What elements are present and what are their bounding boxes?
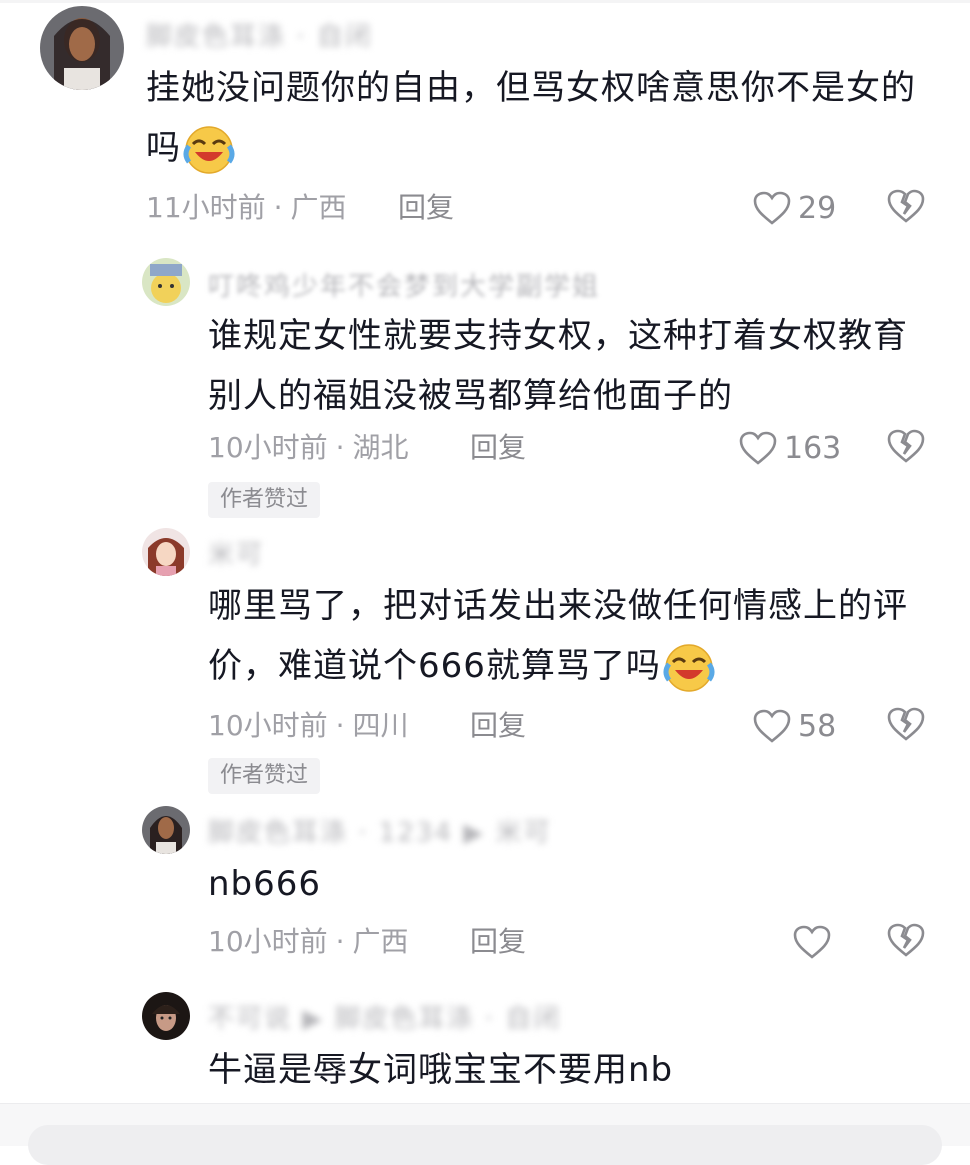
comment-line: nb666 (208, 864, 322, 904)
reply-button[interactable]: 回复 (470, 706, 526, 746)
username[interactable]: 米可 (208, 534, 264, 570)
comment-line: 价，难道说个666就算骂了吗 (208, 636, 928, 696)
comment-meta: 10小时前 · 广西 (208, 922, 409, 962)
cry-laugh-emoji-icon (183, 124, 235, 176)
timestamp: 10小时前 (208, 431, 328, 464)
like-button[interactable] (792, 920, 838, 964)
heart-icon (753, 709, 791, 743)
like-count: 29 (798, 190, 837, 226)
timestamp: 10小时前 (208, 925, 328, 958)
location: 广西 (290, 191, 347, 224)
heart-icon (793, 925, 831, 959)
author-liked-badge: 作者赞过 (208, 482, 321, 518)
comment-text: 哪里骂了，把对话发出来没做任何情感上的评 价，难道说个666就算骂了吗 (208, 576, 928, 696)
broken-heart-icon (887, 189, 925, 223)
dislike-button[interactable] (886, 186, 926, 230)
broken-heart-icon (887, 429, 925, 463)
meta-separator: · (335, 925, 345, 958)
like-button[interactable]: 58 (752, 704, 836, 748)
location: 湖北 (352, 431, 409, 464)
location: 广西 (352, 925, 409, 958)
timestamp: 10小时前 (208, 709, 328, 742)
dislike-button[interactable] (886, 920, 926, 964)
author-liked-badge: 作者赞过 (208, 758, 321, 794)
comment-line: 谁规定女性就要支持女权，这种打着女权教育 (208, 316, 908, 356)
dislike-button[interactable] (886, 426, 926, 470)
like-button[interactable]: 163 (738, 426, 841, 470)
comment-line: 吗 (146, 118, 936, 178)
meta-separator: · (335, 709, 345, 742)
broken-heart-icon (887, 707, 925, 741)
avatar[interactable] (142, 992, 190, 1040)
comment-text: 牛逼是辱女词哦宝宝不要用nb (208, 1040, 928, 1100)
comment-text: nb666 (208, 854, 928, 914)
reply-button[interactable]: 回复 (398, 188, 454, 228)
reply-button[interactable]: 回复 (470, 922, 526, 962)
dislike-button[interactable] (886, 704, 926, 748)
comment-line: 牛逼是辱女词哦宝宝不要用nb (208, 1050, 674, 1090)
avatar[interactable] (142, 806, 190, 854)
comment-line: 别人的福姐没被骂都算给他面子的 (208, 376, 733, 416)
comment-meta: 11小时前 · 广西 (146, 188, 347, 228)
username[interactable]: 脚皮色耳涤 · 1234 ▶ 米可 (208, 812, 552, 848)
meta-separator: · (335, 431, 345, 464)
comment-input[interactable] (28, 1125, 942, 1165)
location: 四川 (352, 709, 409, 742)
heart-icon (753, 191, 791, 225)
comment-line-text: 价，难道说个666就算骂了吗 (208, 646, 661, 686)
broken-heart-icon (887, 923, 925, 957)
timestamp: 11小时前 (146, 191, 266, 224)
reply-button[interactable]: 回复 (470, 428, 526, 468)
avatar[interactable] (142, 258, 190, 306)
top-divider (0, 0, 970, 3)
like-button[interactable]: 29 (752, 186, 836, 230)
cry-laugh-emoji-icon (663, 642, 715, 694)
heart-icon (739, 431, 777, 465)
comment-line: 挂她没问题你的自由，但骂女权啥意思你不是女的 (146, 68, 916, 108)
comment-line-text: 吗 (146, 128, 181, 168)
like-count: 58 (798, 708, 837, 744)
meta-separator: · (273, 191, 283, 224)
comment-text: 谁规定女性就要支持女权，这种打着女权教育 别人的福姐没被骂都算给他面子的 (208, 306, 928, 426)
like-count: 163 (784, 430, 842, 466)
comment-text: 挂她没问题你的自由，但骂女权啥意思你不是女的 吗 (146, 58, 936, 178)
username[interactable]: 不可说 ▶ 脚皮色耳涤 · 自闭 (208, 998, 561, 1034)
avatar[interactable] (40, 6, 124, 90)
comment-meta: 10小时前 · 湖北 (208, 428, 409, 468)
username[interactable]: 叮咚鸡少年不会梦到大学副学姐 (208, 266, 600, 302)
comment-meta: 10小时前 · 四川 (208, 706, 409, 746)
comment-line: 哪里骂了，把对话发出来没做任何情感上的评 (208, 586, 908, 626)
avatar[interactable] (142, 528, 190, 576)
username[interactable]: 脚皮色耳涤 · 自闭 (146, 16, 373, 52)
